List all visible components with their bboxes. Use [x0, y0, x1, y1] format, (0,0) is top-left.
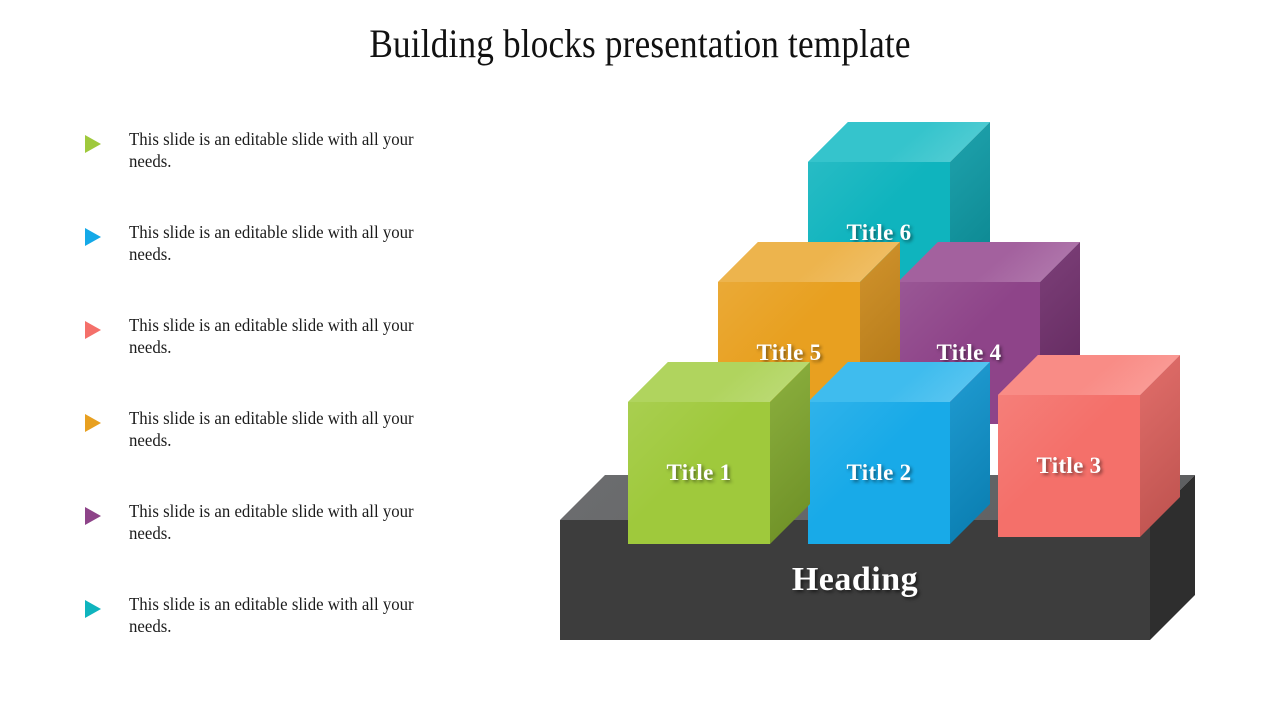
block-label: Title 2 — [846, 460, 912, 485]
block-label: Title 1 — [666, 460, 732, 485]
triangle-right-icon — [85, 135, 101, 153]
triangle-right-icon — [85, 228, 101, 246]
bullet-text: This slide is an editable slide with all… — [129, 408, 414, 450]
bullet-text: This slide is an editable slide with all… — [129, 129, 414, 171]
list-item[interactable]: This slide is an editable slide with all… — [85, 314, 465, 407]
block-label: Title 3 — [1036, 453, 1102, 478]
triangle-right-icon — [85, 507, 101, 525]
list-item[interactable]: This slide is an editable slide with all… — [85, 500, 465, 593]
triangle-right-icon — [85, 321, 101, 339]
bullet-text: This slide is an editable slide with all… — [129, 594, 414, 636]
list-item[interactable]: This slide is an editable slide with all… — [85, 593, 465, 686]
bullet-list: This slide is an editable slide with all… — [85, 128, 465, 686]
triangle-right-icon — [85, 600, 101, 618]
block-title-1[interactable]: Title 1 — [628, 362, 810, 544]
slide-canvas: Building blocks presentation template Th… — [0, 0, 1280, 720]
list-item[interactable]: This slide is an editable slide with all… — [85, 407, 465, 500]
bullet-text: This slide is an editable slide with all… — [129, 222, 414, 264]
page-title: Building blocks presentation template — [369, 21, 911, 66]
triangle-right-icon — [85, 414, 101, 432]
bullet-text: This slide is an editable slide with all… — [129, 501, 414, 543]
block-title-3[interactable]: Title 3 — [998, 355, 1180, 537]
bullet-text: This slide is an editable slide with all… — [129, 315, 414, 357]
building-blocks-diagram: Heading Title 6 Title 5 Title 4 Title 1 … — [540, 100, 1240, 670]
list-item[interactable]: This slide is an editable slide with all… — [85, 221, 465, 314]
block-title-2[interactable]: Title 2 — [808, 362, 990, 544]
list-item[interactable]: This slide is an editable slide with all… — [85, 128, 465, 221]
